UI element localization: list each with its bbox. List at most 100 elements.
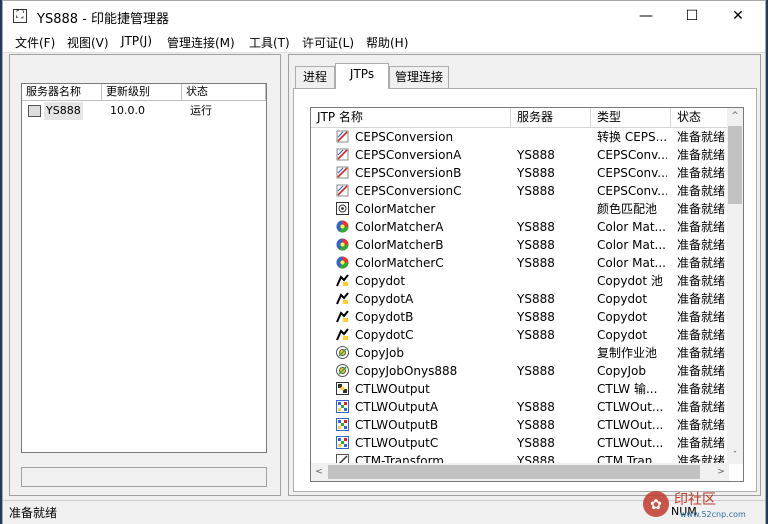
jtp-row[interactable]: ColorMatcherA YS888 Color Mat... 准备就绪 — [311, 218, 729, 236]
menu-bar: 文件(F) 视图(V) JTP(J) 管理连接(M) 工具(T) 许可证(L) … — [3, 31, 765, 53]
menu-tools[interactable]: 工具(T) — [249, 34, 290, 51]
jtp-name-cell: CopyJobOnys888 — [355, 364, 458, 378]
menu-manage-connection[interactable]: 管理连接(M) — [167, 34, 235, 51]
jtp-name-cell: CTLWOutput — [355, 382, 430, 396]
jtp-name-cell: ColorMatcherA — [355, 220, 444, 234]
server-list[interactable]: 服务器名称 更新级别 状态 YS888 10.0.0 运行 — [21, 83, 267, 453]
jtp-name-cell: CEPSConversionA — [355, 148, 462, 162]
jtp-row[interactable]: CEPSConversion 转换 CEPS... 准备就绪 — [311, 128, 729, 146]
copydot-pool-icon — [336, 274, 349, 287]
jtp-row[interactable]: CTLWOutput CTLW 输... 准备就绪 — [311, 380, 729, 398]
jtp-server-cell: YS888 — [517, 436, 555, 450]
server-row[interactable]: YS888 10.0.0 运行 — [26, 102, 262, 120]
menu-jtp[interactable]: JTP(J) — [121, 34, 152, 48]
jtp-table[interactable]: JTP 名称 服务器 类型 状态 CEPSConversion 转换 CEPS..… — [310, 107, 744, 482]
col-header-server[interactable]: 服务器 — [511, 108, 591, 128]
jtp-server-cell: YS888 — [517, 148, 555, 162]
jtp-type-cell: Color Mat... — [597, 238, 666, 252]
ctlw-icon — [336, 400, 349, 413]
jtp-type-cell: CTLWOut... — [597, 400, 664, 414]
jtp-row[interactable]: Copydot Copydot 池准备就绪 — [311, 272, 729, 290]
vertical-scroll-thumb[interactable] — [728, 126, 742, 204]
jtp-row[interactable]: CopyJobOnys888 YS888 CopyJob 准备就绪 — [311, 362, 729, 380]
app-icon[interactable]: ⛶ — [13, 9, 27, 23]
server-name: YS888 — [44, 102, 83, 120]
ctlw-pool-icon — [336, 382, 349, 395]
color-matcher-icon — [336, 238, 349, 251]
jtp-row[interactable]: CTLWOutputA YS888 CTLWOut... 准备就绪 — [311, 398, 729, 416]
jtp-row[interactable]: ColorMatcherC YS888 Color Mat... 准备就绪 — [311, 254, 729, 272]
tab-jtps[interactable]: JTPs — [335, 63, 389, 89]
jtp-row[interactable]: ColorMatcher 颜色匹配池 准备就绪 — [311, 200, 729, 218]
col-header-update-level[interactable]: 更新级别 — [102, 84, 182, 101]
jtp-name-cell: CopydotC — [355, 328, 414, 342]
color-matcher-pool-icon — [336, 202, 349, 215]
jtp-row[interactable]: CEPSConversionC YS888 CEPSConv... 准备就绪 — [311, 182, 729, 200]
title-bar: ⛶ YS888 - 印能捷管理器 — ☐ ✕ — [3, 1, 765, 31]
vertical-scrollbar[interactable]: ^ ˇ — [727, 108, 743, 464]
ceps-icon — [336, 148, 349, 161]
jtp-type-cell: Copydot — [597, 292, 648, 306]
scroll-down-arrow[interactable]: ˇ — [727, 448, 743, 464]
jtp-status-cell: 准备就绪 — [677, 328, 726, 342]
svg-text:✿: ✿ — [650, 497, 662, 513]
jtp-name-cell: Copydot — [355, 274, 406, 288]
ceps-icon — [336, 166, 349, 179]
close-button[interactable]: ✕ — [715, 1, 761, 31]
menu-file[interactable]: 文件(F) — [15, 34, 55, 51]
jtp-type-cell: Copydot — [597, 310, 648, 324]
tab-processes[interactable]: 进程 — [295, 66, 335, 88]
jtp-row[interactable]: CTLWOutputC YS888 CTLWOut... 准备就绪 — [311, 434, 729, 452]
jtp-name-cell: ColorMatcher — [355, 202, 436, 216]
copydot-icon — [336, 310, 349, 323]
menu-view[interactable]: 视图(V) — [67, 34, 109, 51]
jtp-server-cell: YS888 — [517, 310, 555, 324]
horizontal-scrollbar[interactable]: < > — [311, 463, 729, 481]
jtp-row[interactable]: CopydotB YS888 Copydot 准备就绪 — [311, 308, 729, 326]
jtp-name-cell: ColorMatcherC — [355, 256, 444, 270]
menu-license[interactable]: 许可证(L) — [302, 34, 354, 51]
col-header-status[interactable]: 状态 — [182, 84, 266, 101]
scroll-right-arrow[interactable]: > — [713, 464, 729, 480]
col-header-server-name[interactable]: 服务器名称 — [22, 84, 102, 101]
jtp-status-cell: 准备就绪 — [677, 220, 726, 234]
jtps-tab-panel: JTP 名称 服务器 类型 状态 CEPSConversion 转换 CEPS..… — [293, 88, 757, 492]
jtp-name-cell: CopydotB — [355, 310, 414, 324]
jtp-row[interactable]: CEPSConversionB YS888 CEPSConv... 准备就绪 — [311, 164, 729, 182]
ceps-icon — [336, 130, 349, 143]
horizontal-scroll-thumb[interactable] — [328, 465, 700, 479]
tab-manage-connections[interactable]: 管理连接 — [389, 66, 449, 88]
menu-help[interactable]: 帮助(H) — [366, 34, 408, 51]
jtp-row[interactable]: CopyJob 复制作业池 准备就绪 — [311, 344, 729, 362]
ctlw-icon — [336, 436, 349, 449]
ctlw-icon — [336, 418, 349, 431]
scroll-left-arrow[interactable]: < — [311, 464, 327, 480]
jtp-status-cell: 准备就绪 — [677, 166, 726, 180]
jtp-row[interactable]: ColorMatcherB YS888 Color Mat... 准备就绪 — [311, 236, 729, 254]
col-header-status[interactable]: 状态 — [671, 108, 729, 128]
svg-text:印社区: 印社区 — [674, 492, 716, 508]
jtp-row[interactable]: CEPSConversionA YS888 CEPSConv... 准备就绪 — [311, 146, 729, 164]
scroll-up-arrow[interactable]: ^ — [727, 108, 743, 124]
jtp-row[interactable]: CTLWOutputB YS888 CTLWOut... 准备就绪 — [311, 416, 729, 434]
jtp-status-cell: 准备就绪 — [677, 346, 726, 360]
jtp-server-cell: YS888 — [517, 418, 555, 432]
copydot-icon — [336, 328, 349, 341]
minimize-button[interactable]: — — [623, 1, 669, 31]
jtp-type-cell: CEPSConv... — [597, 148, 667, 162]
maximize-button[interactable]: ☐ — [669, 1, 715, 31]
col-header-jtp-name[interactable]: JTP 名称 — [311, 108, 511, 128]
jtp-type-cell: 复制作业池 — [597, 346, 658, 360]
color-matcher-icon — [336, 256, 349, 269]
jtp-row[interactable]: CopydotA YS888 Copydot 准备就绪 — [311, 290, 729, 308]
jtp-type-cell: CEPSConv... — [597, 166, 667, 180]
copyjob-icon — [336, 346, 349, 359]
jtp-server-cell: YS888 — [517, 256, 555, 270]
jtp-status-cell: 准备就绪 — [677, 238, 726, 252]
jtp-row[interactable]: CopydotC YS888 Copydot 准备就绪 — [311, 326, 729, 344]
jtp-name-cell: CEPSConversionB — [355, 166, 462, 180]
jtp-status-cell: 准备就绪 — [677, 436, 726, 450]
jtp-server-cell: YS888 — [517, 292, 555, 306]
jtp-name-cell: CTLWOutputC — [355, 436, 439, 450]
col-header-type[interactable]: 类型 — [591, 108, 671, 128]
